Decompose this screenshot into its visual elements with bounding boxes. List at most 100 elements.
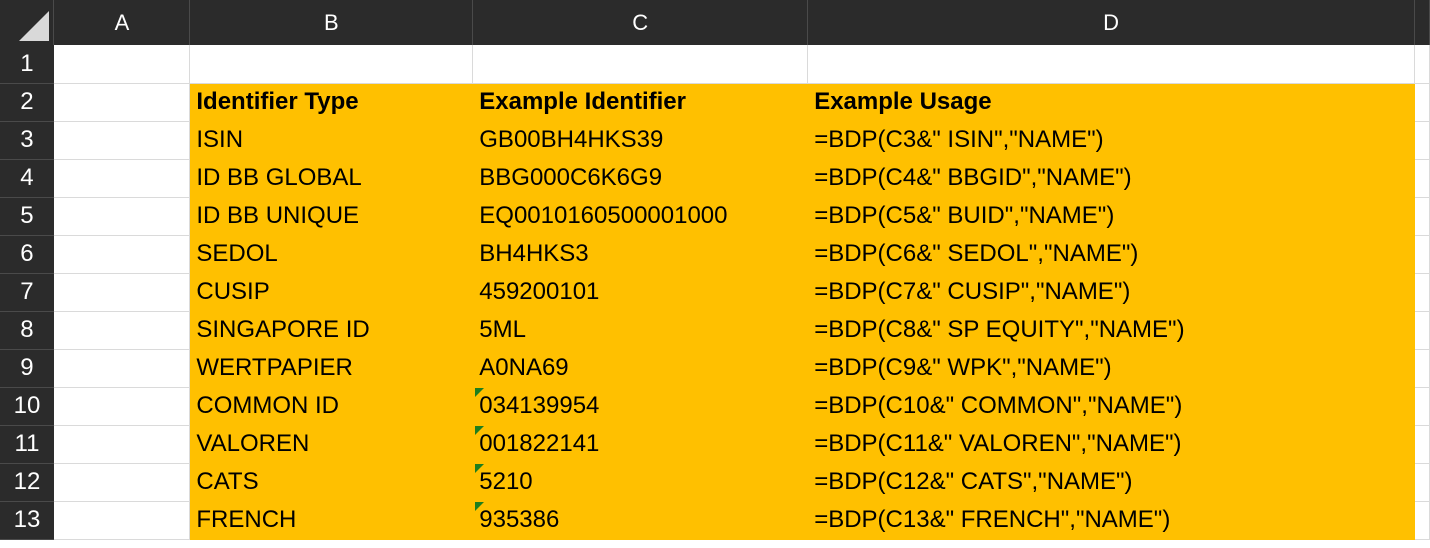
cell-identifier-type[interactable]: CUSIP <box>189 273 474 312</box>
cell-identifier-type[interactable]: VALOREN <box>189 425 474 464</box>
cell-example-usage[interactable]: =BDP(C12&" CATS","NAME") <box>807 463 1415 502</box>
number-stored-as-text-icon[interactable] <box>475 463 485 473</box>
cell-example-usage[interactable]: =BDP(C4&" BBGID","NAME") <box>807 159 1415 198</box>
cell-example-usage[interactable]: =BDP(C13&" FRENCH","NAME") <box>807 501 1415 540</box>
column-header-d[interactable]: D <box>807 0 1415 45</box>
row-header[interactable]: 2 <box>0 83 54 122</box>
cell-example-usage[interactable]: =BDP(C10&" COMMON","NAME") <box>807 387 1415 426</box>
cell-c1[interactable] <box>472 45 809 84</box>
cell-example-identifier[interactable]: 935386 <box>472 501 809 540</box>
cell-identifier-type[interactable]: FRENCH <box>189 501 474 540</box>
cell-example-identifier[interactable]: 034139954 <box>472 387 809 426</box>
row-header[interactable]: 3 <box>0 121 54 160</box>
cell-a8[interactable] <box>53 311 191 350</box>
cell-a11[interactable] <box>53 425 191 464</box>
cell-identifier-type[interactable]: WERTPAPIER <box>189 349 474 388</box>
cell-a10[interactable] <box>53 387 191 426</box>
cell-e6[interactable] <box>1414 235 1430 274</box>
cell-identifier-type[interactable]: ID BB UNIQUE <box>189 197 474 236</box>
cell-a3[interactable] <box>53 121 191 160</box>
row-header[interactable]: 10 <box>0 387 54 426</box>
cell-e10[interactable] <box>1414 387 1430 426</box>
sheet-row: 7 CUSIP 459200101 =BDP(C7&" CUSIP","NAME") <box>0 273 1430 312</box>
cell-a4[interactable] <box>53 159 191 198</box>
cell-example-usage[interactable]: =BDP(C8&" SP EQUITY","NAME") <box>807 311 1415 350</box>
cell-example-usage[interactable]: =BDP(C6&" SEDOL","NAME") <box>807 235 1415 274</box>
cell-identifier-type[interactable]: ID BB GLOBAL <box>189 159 474 198</box>
row-header[interactable]: 12 <box>0 463 54 502</box>
cell-example-usage[interactable]: =BDP(C9&" WPK","NAME") <box>807 349 1415 388</box>
cell-example-identifier[interactable]: 5210 <box>472 463 809 502</box>
cell-example-identifier-header[interactable]: Example Identifier <box>472 83 809 122</box>
identifier-value: 459200101 <box>479 278 600 305</box>
row-header[interactable]: 8 <box>0 311 54 350</box>
cell-example-usage[interactable]: =BDP(C11&" VALOREN","NAME") <box>807 425 1415 464</box>
cell-example-identifier[interactable]: 5ML <box>472 311 809 350</box>
identifier-value: 935386 <box>479 506 560 533</box>
cell-e4[interactable] <box>1414 159 1430 198</box>
cell-e5[interactable] <box>1414 197 1430 236</box>
cell-example-identifier[interactable]: 459200101 <box>472 273 809 312</box>
cell-a7[interactable] <box>53 273 191 312</box>
sheet-row: 10 COMMON ID 034139954 =BDP(C10&" COMMON","… <box>0 387 1430 426</box>
cell-example-usage[interactable]: =BDP(C3&" ISIN","NAME") <box>807 121 1415 160</box>
sheet-row: 13 FRENCH 935386 =BDP(C13&" FRENCH","NAME") <box>0 501 1430 540</box>
number-stored-as-text-icon[interactable] <box>475 387 485 397</box>
cell-d1[interactable] <box>807 45 1415 84</box>
row-header[interactable]: 9 <box>0 349 54 388</box>
cell-identifier-type-header[interactable]: Identifier Type <box>189 83 474 122</box>
column-header-b[interactable]: B <box>189 0 474 45</box>
column-header-c[interactable]: C <box>472 0 809 45</box>
cell-identifier-type[interactable]: ISIN <box>189 121 474 160</box>
row-header[interactable]: 5 <box>0 197 54 236</box>
cell-example-identifier[interactable]: GB00BH4HKS39 <box>472 121 809 160</box>
cell-example-identifier[interactable]: 001822141 <box>472 425 809 464</box>
cell-a5[interactable] <box>53 197 191 236</box>
row-header[interactable]: 11 <box>0 425 54 464</box>
cell-example-identifier[interactable]: A0NA69 <box>472 349 809 388</box>
cell-identifier-type[interactable]: COMMON ID <box>189 387 474 426</box>
cell-a2[interactable] <box>53 83 191 122</box>
cell-identifier-type[interactable]: CATS <box>189 463 474 502</box>
sheet-row: 4 ID BB GLOBAL BBG000C6K6G9 =BDP(C4&" BBGID… <box>0 159 1430 198</box>
cell-example-identifier[interactable]: EQ0010160500001000 <box>472 197 809 236</box>
number-stored-as-text-icon[interactable] <box>475 501 485 511</box>
cell-e3[interactable] <box>1414 121 1430 160</box>
cell-a1[interactable] <box>53 45 191 84</box>
cell-a9[interactable] <box>53 349 191 388</box>
sheet-row: 9 WERTPAPIER A0NA69 =BDP(C9&" WPK","NAME") <box>0 349 1430 388</box>
cell-example-identifier[interactable]: BBG000C6K6G9 <box>472 159 809 198</box>
spreadsheet: A B C D 1 2 Identifier Type Example Identif… <box>0 0 1430 548</box>
cell-identifier-type[interactable]: SINGAPORE ID <box>189 311 474 350</box>
cell-example-usage[interactable]: =BDP(C7&" CUSIP","NAME") <box>807 273 1415 312</box>
cell-e1[interactable] <box>1414 45 1430 84</box>
identifier-value: GB00BH4HKS39 <box>479 126 664 153</box>
cell-example-identifier[interactable]: BH4HKS3 <box>472 235 809 274</box>
row-header[interactable]: 13 <box>0 501 54 540</box>
select-all-triangle-icon <box>19 11 50 41</box>
column-header-a[interactable]: A <box>53 0 191 45</box>
row-header[interactable]: 6 <box>0 235 54 274</box>
cell-example-usage[interactable]: =BDP(C5&" BUID","NAME") <box>807 197 1415 236</box>
cell-a13[interactable] <box>53 501 191 540</box>
cell-e13[interactable] <box>1414 501 1430 540</box>
cell-a12[interactable] <box>53 463 191 502</box>
cell-b1[interactable] <box>189 45 474 84</box>
number-stored-as-text-icon[interactable] <box>475 425 485 435</box>
sheet-grid: A B C D 1 2 Identifier Type Example Identif… <box>0 0 1430 540</box>
column-header-e[interactable] <box>1414 0 1430 45</box>
row-header[interactable]: 4 <box>0 159 54 198</box>
cell-example-usage-header[interactable]: Example Usage <box>807 83 1415 122</box>
cell-identifier-type[interactable]: SEDOL <box>189 235 474 274</box>
row-header[interactable]: 7 <box>0 273 54 312</box>
row-header[interactable]: 1 <box>0 45 54 84</box>
cell-e2[interactable] <box>1414 83 1430 122</box>
cell-e7[interactable] <box>1414 273 1430 312</box>
cell-e11[interactable] <box>1414 425 1430 464</box>
cell-e8[interactable] <box>1414 311 1430 350</box>
identifier-value: 001822141 <box>479 430 600 457</box>
cell-a6[interactable] <box>53 235 191 274</box>
select-all-button[interactable] <box>0 0 55 45</box>
cell-e12[interactable] <box>1414 463 1430 502</box>
cell-e9[interactable] <box>1414 349 1430 388</box>
